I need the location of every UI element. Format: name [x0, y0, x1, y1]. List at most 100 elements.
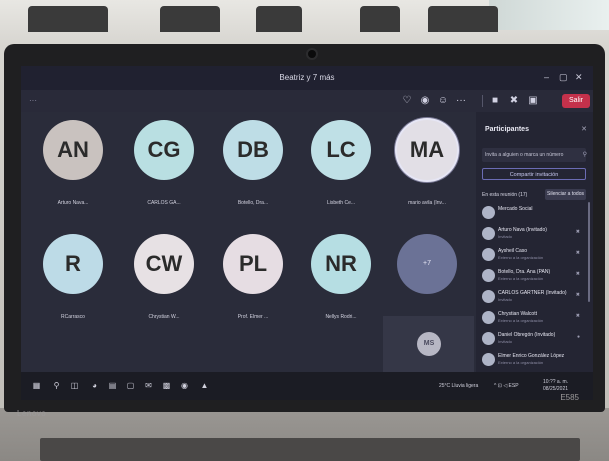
windows-start-icon[interactable]: ▦ — [31, 380, 42, 391]
participant-list-role: Invitado — [498, 297, 513, 302]
participant-list-role: Externo a la organización — [498, 276, 544, 281]
participant-tile[interactable]: R RCarrasco — [27, 226, 119, 344]
maximize-button[interactable]: ▢ — [559, 72, 568, 83]
participant-tile[interactable]: MA mario avila (Inv... — [381, 112, 473, 230]
mute-all-button[interactable]: Silenciar a todos — [545, 189, 586, 200]
more-options-button[interactable]: ··· — [29, 96, 37, 105]
participant-list-item[interactable]: Daniel Obregón (Invitado) Invitado ● — [476, 329, 593, 350]
chair — [28, 6, 108, 32]
clock-time: 10:?? a. m. — [543, 379, 569, 385]
participant-list-role: Externo a la organización — [498, 255, 544, 260]
search-icon: ⚲ — [582, 152, 587, 158]
toolbar-divider — [482, 95, 483, 107]
participants-icon[interactable]: ♡ — [401, 95, 413, 107]
avatar — [482, 248, 495, 261]
leave-button[interactable]: Salir — [562, 94, 590, 108]
avatar — [482, 227, 495, 240]
file-explorer-icon[interactable]: ▤ — [107, 380, 118, 391]
participant-list-role: Invitado — [498, 234, 513, 239]
panel-title: Participantes — [485, 126, 529, 133]
participant-list-item[interactable]: Elmer Enrico González López Externo a la… — [476, 350, 593, 371]
mic-muted-icon: ✖ — [575, 313, 580, 319]
mic-icon[interactable]: ✖ — [508, 95, 520, 107]
mic-muted-icon: ✖ — [575, 271, 580, 277]
mail-icon[interactable]: ✉ — [143, 380, 154, 391]
participant-tile[interactable]: LC Lisbeth Ce... — [295, 112, 387, 230]
chat-icon[interactable]: ◉ — [419, 95, 431, 107]
share-screen-icon[interactable]: ▣ — [527, 95, 539, 107]
participant-list-name: Chrystian Walcott — [498, 311, 537, 317]
mic-muted-icon: ✖ — [575, 229, 580, 235]
teams-icon[interactable]: ▲ — [199, 380, 210, 391]
avatar — [482, 332, 495, 345]
more-actions-icon[interactable]: ··· — [455, 95, 467, 107]
system-tray-icons[interactable]: ^ ⊡ ◁ ESP — [494, 383, 519, 389]
avatar — [482, 206, 495, 219]
participant-tile[interactable]: DB Botello, Dra... — [207, 112, 299, 230]
participant-tile[interactable]: CW Chrystian W... — [118, 226, 210, 344]
participant-name: Lisbeth Ce... — [326, 200, 356, 206]
chair — [428, 6, 498, 32]
chrome-icon[interactable]: ◉ — [179, 380, 190, 391]
participant-list-name: Elmer Enrico González López — [498, 353, 565, 359]
participant-list-item[interactable]: Chrystian Walcott Externo a la organizac… — [476, 308, 593, 329]
participant-list-item[interactable]: Mercado Social — [476, 203, 593, 224]
participant-tile[interactable]: NR Nellys Rodri... — [295, 226, 387, 344]
close-button[interactable]: ✕ — [575, 72, 583, 83]
edge-icon[interactable]: ◕ — [89, 380, 100, 391]
chair — [160, 6, 220, 32]
participant-list-item[interactable]: Botello, Dra. Ana (PAN) Externo a la org… — [476, 266, 593, 287]
avatar: PL — [223, 234, 283, 294]
weather-widget[interactable]: 25°C Lluvia ligera — [439, 383, 478, 389]
participant-list-name: Botello, Dra. Ana (PAN) — [498, 269, 551, 275]
participant-tile[interactable]: PL Prof. Elmer ... — [207, 226, 299, 344]
chair — [360, 6, 400, 32]
participants-panel: Participantes ✕ Invita a alguien o marca… — [476, 112, 593, 372]
mic-muted-icon: ✖ — [575, 250, 580, 256]
avatar: DB — [223, 120, 283, 180]
chair — [256, 6, 302, 32]
invite-input[interactable]: Invita a alguien o marca un número — [482, 148, 586, 162]
participant-list-item[interactable]: Aysheil Caso Externo a la organización ✖ — [476, 245, 593, 266]
participant-name: Nellys Rodri... — [325, 314, 357, 320]
avatar: MA — [397, 120, 457, 180]
participant-list-name: Mercado Social — [498, 206, 533, 212]
meeting-toolbar: ··· ♡ ◉ ☺ ··· ■ ✖ ▣ Salir — [21, 90, 593, 112]
avatar — [482, 311, 495, 324]
avatar — [482, 290, 495, 303]
avatar: MS — [417, 332, 441, 356]
participant-list-role: Externo a la organización — [498, 360, 544, 365]
teams-window: Beatriz y 7 más – ▢ ✕ ··· ♡ ◉ ☺ ··· ■ ✖ … — [21, 66, 593, 400]
search-icon[interactable]: ⚲ — [51, 380, 62, 391]
reactions-icon[interactable]: ☺ — [437, 95, 449, 107]
participant-name: Prof. Elmer ... — [237, 314, 269, 320]
clock[interactable]: 10:?? a. m. 08/25/2021 — [543, 379, 568, 393]
minimize-button[interactable]: – — [544, 72, 549, 82]
in-meeting-section-header[interactable]: En esta reunión (17) — [482, 192, 527, 198]
windows-taskbar: ▦ ⚲ ◫ ◕ ▤ ▢ ✉ ▩ ◉ ▲ 25°C Lluvia ligera ^… — [21, 372, 593, 400]
participant-list-item[interactable]: CARLOS GARTNER (Invitado) Invitado ✖ — [476, 287, 593, 308]
avatar: CG — [134, 120, 194, 180]
clock-date: 08/25/2021 — [543, 386, 569, 392]
share-invite-button[interactable]: Compartir invitación — [482, 168, 586, 180]
laptop-model-label: E585 — [560, 393, 579, 402]
participant-list-name: Aysheil Caso — [498, 248, 528, 254]
window-background — [489, 0, 609, 30]
participant-tile[interactable]: CG CARLOS GA... — [118, 112, 210, 230]
self-view-tile[interactable]: MS — [383, 316, 474, 374]
task-view-icon[interactable]: ◫ — [69, 380, 80, 391]
photos-icon[interactable]: ▩ — [161, 380, 172, 391]
participant-list-item[interactable]: Arturo Nava (Invitado) Invitado ✖ — [476, 224, 593, 245]
camera-icon[interactable]: ■ — [489, 95, 501, 107]
participant-name: Arturo Nava... — [57, 200, 89, 206]
avatar — [482, 269, 495, 282]
participant-list-name: Daniel Obregón (Invitado) — [498, 332, 556, 338]
participant-tile[interactable]: AN Arturo Nava... — [27, 112, 119, 230]
participant-list-name: Arturo Nava (Invitado) — [498, 227, 547, 233]
avatar: NR — [311, 234, 371, 294]
more-participants-count: +7 — [397, 234, 457, 294]
store-icon[interactable]: ▢ — [125, 380, 136, 391]
avatar: LC — [311, 120, 371, 180]
close-icon[interactable]: ✕ — [581, 125, 587, 133]
participant-name: Botello, Dra... — [237, 200, 269, 206]
